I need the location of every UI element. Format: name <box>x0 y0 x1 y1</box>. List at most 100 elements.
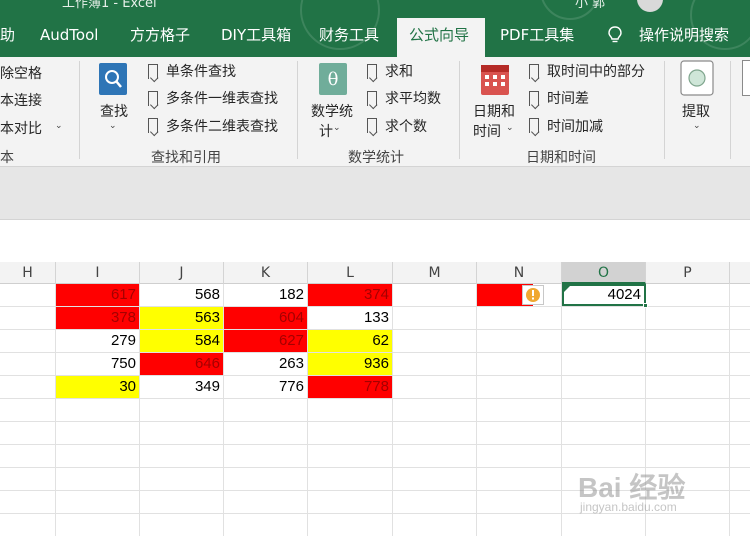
remove-spaces-item[interactable]: 除空格 <box>0 63 42 83</box>
ribbon-tab-bar: 工作簿1 - Excel 小 郭 助 AudTool 方方格子 DIY工具箱 财… <box>0 0 750 57</box>
time-part-item[interactable]: 取时间中的部分 <box>547 61 645 81</box>
bookmark-icon <box>529 91 539 106</box>
warning-icon[interactable] <box>522 285 544 305</box>
column-header-I[interactable]: I <box>56 262 140 284</box>
cell-I4[interactable]: 750 <box>56 353 139 375</box>
cell-J4[interactable]: 646 <box>140 353 223 375</box>
cell-K5[interactable]: 776 <box>224 376 307 398</box>
user-name: 小 郭 <box>575 0 606 11</box>
chevron-down-icon[interactable]: ⌄ <box>55 121 63 131</box>
group-separator <box>459 61 460 159</box>
cell-K4[interactable]: 263 <box>224 353 307 375</box>
bookmark-icon <box>529 64 539 79</box>
column-header-H[interactable]: H <box>0 262 56 284</box>
gridline <box>0 444 750 445</box>
group-label-math: 数学统计 <box>348 150 404 166</box>
cell-J2[interactable]: 563 <box>140 307 223 329</box>
cell-L1[interactable]: 374 <box>308 284 392 306</box>
gridline <box>392 284 393 536</box>
formula-bar-area <box>0 167 750 249</box>
cell-J5[interactable]: 349 <box>140 376 223 398</box>
tab-fangfang[interactable]: 方方格子 <box>122 18 198 57</box>
gridline <box>0 398 750 399</box>
svg-text:θ: θ <box>328 69 339 90</box>
cell-I3[interactable]: 279 <box>56 330 139 352</box>
cell-K3[interactable]: 627 <box>224 330 307 352</box>
gridline <box>476 284 477 536</box>
tell-me-search[interactable]: 操作说明搜索 <box>639 18 729 52</box>
math-stats-button[interactable]: 数学统 <box>311 101 353 121</box>
cell-L5[interactable]: 778 <box>308 376 392 398</box>
group-label-datetime: 日期和时间 <box>526 150 596 166</box>
column-header-K[interactable]: K <box>224 262 308 284</box>
tab-pdf-tools[interactable]: PDF工具集 <box>492 18 582 57</box>
group-label-text: 本 <box>0 150 14 166</box>
next-group-icon[interactable] <box>742 60 750 96</box>
tab-finance-tools[interactable]: 财务工具 <box>311 18 387 57</box>
cell-K1[interactable]: 182 <box>224 284 307 306</box>
column-header-N[interactable]: N <box>477 262 562 284</box>
chevron-down-icon[interactable]: ⌄ <box>109 121 117 131</box>
time-add-item[interactable]: 时间加减 <box>547 116 603 136</box>
cell-I1[interactable]: 617 <box>56 284 139 306</box>
extract-icon[interactable] <box>680 60 714 96</box>
window-title: 工作簿1 - Excel <box>62 0 157 11</box>
column-header-L[interactable]: L <box>308 262 393 284</box>
date-time-button[interactable]: 日期和 <box>473 101 515 121</box>
watermark-subtext: jingyan.baidu.com <box>580 500 677 514</box>
chevron-down-icon[interactable]: ⌄ <box>693 121 701 131</box>
cell-K2[interactable]: 604 <box>224 307 307 329</box>
cell-I5[interactable]: 30 <box>56 376 139 398</box>
formula-bar-strip[interactable] <box>0 219 750 249</box>
date-time-button-line2[interactable]: 时间 <box>473 121 501 141</box>
time-diff-item[interactable]: 时间差 <box>547 88 589 108</box>
baidu-watermark: Bai 经验 jingyan.baidu.com <box>578 450 738 520</box>
cell-L3[interactable]: 62 <box>308 330 392 352</box>
tab-diy-toolbox[interactable]: DIY工具箱 <box>213 18 299 57</box>
average-item[interactable]: 求平均数 <box>385 88 441 108</box>
theta-icon[interactable]: θ <box>318 62 348 96</box>
group-label-lookup: 查找和引用 <box>151 150 221 166</box>
bookmark-icon <box>148 64 158 79</box>
text-join-item[interactable]: 本连接 <box>0 90 42 110</box>
gridline <box>0 421 750 422</box>
tab-help[interactable]: 助 <box>0 18 23 57</box>
group-separator <box>730 61 731 159</box>
cell-J1[interactable]: 568 <box>140 284 223 306</box>
active-cell-O1[interactable]: 4024 <box>562 284 646 306</box>
cell-L2[interactable]: 133 <box>308 307 392 329</box>
cell-L4[interactable]: 936 <box>308 353 392 375</box>
group-separator <box>79 61 80 159</box>
cell-I2[interactable]: 378 <box>56 307 139 329</box>
column-header-P[interactable]: P <box>646 262 730 284</box>
text-compare-item[interactable]: 本对比 <box>0 118 42 138</box>
bookmark-icon <box>367 118 377 133</box>
avatar[interactable] <box>637 0 663 12</box>
lookup-button[interactable]: 查找 <box>100 101 128 121</box>
sum-item[interactable]: 求和 <box>385 61 413 81</box>
column-header-M[interactable]: M <box>393 262 477 284</box>
chevron-down-icon[interactable]: ⌄ <box>506 123 514 133</box>
column-header-O[interactable]: O <box>562 262 646 284</box>
count-item[interactable]: 求个数 <box>385 116 427 136</box>
multi-condition-1d-lookup[interactable]: 多条件一维表查找 <box>166 88 278 108</box>
math-stats-button-line2[interactable]: 计 <box>319 121 333 141</box>
tab-audtool[interactable]: AudTool <box>32 18 106 57</box>
calendar-icon[interactable] <box>480 62 510 96</box>
lookup-icon[interactable] <box>98 62 128 96</box>
single-condition-lookup[interactable]: 单条件查找 <box>166 61 236 81</box>
lightbulb-icon <box>608 26 622 43</box>
multi-condition-2d-lookup[interactable]: 多条件二维表查找 <box>166 116 278 136</box>
column-header-J[interactable]: J <box>140 262 224 284</box>
bookmark-icon <box>367 64 377 79</box>
chevron-down-icon[interactable]: ⌄ <box>333 123 341 133</box>
ribbon-panel: 除空格 本连接 本对比 ⌄ 本 查找 ⌄ 单条件查找 多条件一维表查找 多条件二… <box>0 57 750 167</box>
bookmark-icon <box>148 91 158 106</box>
cell-J3[interactable]: 584 <box>140 330 223 352</box>
tab-formula-wizard[interactable]: 公式向导 <box>397 18 485 57</box>
fill-handle[interactable] <box>643 303 648 308</box>
error-indicator-icon <box>564 286 570 292</box>
column-header-row: HIJKLMNOP <box>0 262 750 284</box>
extract-button[interactable]: 提取 <box>682 101 710 121</box>
gridline <box>561 284 562 536</box>
